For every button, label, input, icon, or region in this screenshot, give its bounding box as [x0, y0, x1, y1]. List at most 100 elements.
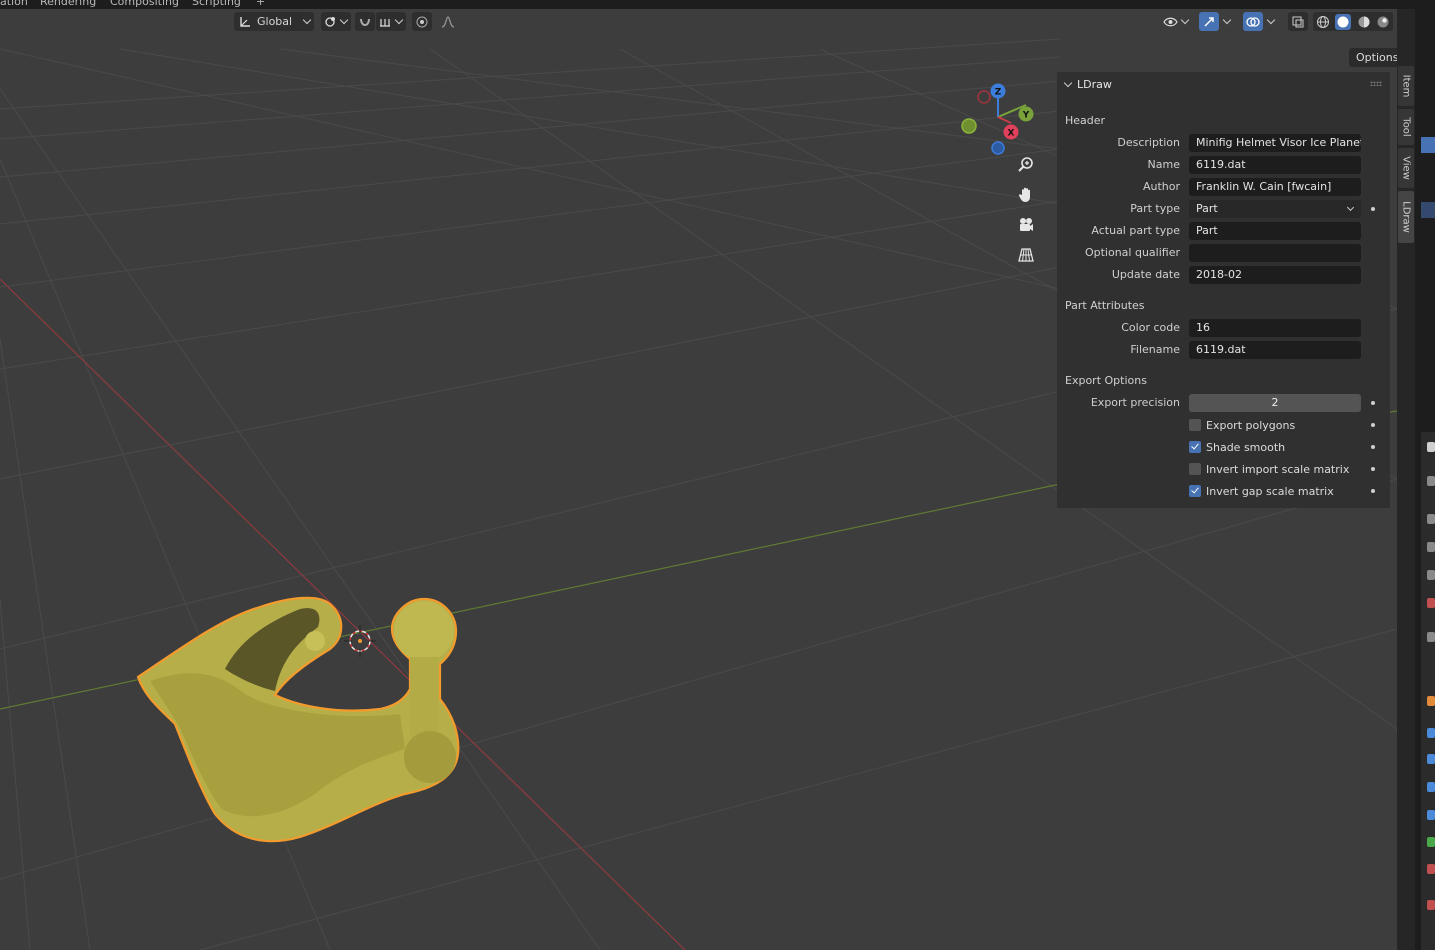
world-properties-icon[interactable]: [1427, 598, 1435, 608]
tab-view-label: View: [1400, 156, 1412, 180]
shade-smooth-checkbox[interactable]: Shade smooth: [1189, 439, 1285, 455]
eye-icon: [1162, 17, 1178, 26]
pivot-icon: [325, 16, 335, 27]
wireframe-shading-icon[interactable]: [1316, 15, 1330, 29]
panel-title[interactable]: LDraw: [1077, 78, 1112, 91]
workspace-tab-scripting[interactable]: Scripting: [192, 0, 241, 8]
invert-import-scale-matrix-checkbox-box[interactable]: [1189, 463, 1201, 475]
shade-smooth-keyframe-dot[interactable]: [1371, 445, 1375, 449]
add-workspace-button[interactable]: +: [256, 0, 265, 8]
tab-tool[interactable]: Tool: [1398, 109, 1414, 145]
object-visibility-dropdown[interactable]: [1160, 12, 1192, 31]
transform-orientation-label: Global: [257, 15, 293, 28]
shade-smooth-label: Shade smooth: [1206, 440, 1286, 454]
invert-gap-scale-matrix-checkbox-box[interactable]: [1189, 485, 1201, 497]
perspective-grid-icon: [1018, 248, 1034, 262]
invert-import-scale-matrix-keyframe-dot[interactable]: [1371, 467, 1375, 471]
rendered-shading-icon[interactable]: [1376, 15, 1390, 29]
material-preview-icon[interactable]: [1357, 15, 1371, 29]
invert-gap-scale-matrix-checkbox[interactable]: Invert gap scale matrix: [1189, 483, 1334, 499]
export-precision-label: Export precision: [1090, 396, 1180, 409]
collection-properties-icon[interactable]: [1427, 632, 1435, 642]
pan-button[interactable]: [1012, 181, 1040, 209]
tab-ldraw[interactable]: LDraw: [1398, 191, 1414, 243]
overlays-options-dropdown[interactable]: [1263, 12, 1279, 31]
scene-properties-icon[interactable]: [1427, 570, 1435, 580]
filename-field[interactable]: 6119.dat: [1189, 341, 1361, 359]
zoom-magnifier-icon: [1018, 157, 1033, 172]
falloff-curve-icon: [441, 15, 455, 28]
pivot-point-dropdown[interactable]: [321, 12, 351, 31]
filename-label: Filename: [1130, 343, 1180, 356]
workspace-tab-rendering[interactable]: Rendering: [40, 0, 96, 8]
description-field[interactable]: Minifig Helmet Visor Ice Planet: [1189, 134, 1361, 152]
toggle-perspective-button[interactable]: [1012, 241, 1040, 269]
options-label: Options: [1356, 51, 1397, 64]
hand-icon: [1018, 187, 1030, 202]
panel-collapse-chevron-icon[interactable]: [1063, 78, 1073, 88]
color-code-field[interactable]: 16: [1189, 319, 1361, 337]
outliner-highlight-row[interactable]: [1421, 202, 1435, 218]
modifier-properties-icon[interactable]: [1427, 728, 1435, 738]
xray-toggle[interactable]: [1288, 12, 1308, 31]
gizmo-y-label: Y: [1022, 111, 1030, 121]
shade-smooth-checkbox-box[interactable]: [1189, 441, 1201, 453]
workspace-tabs-bar: ation Rendering Compositing Scripting +: [0, 0, 1435, 9]
tab-item[interactable]: Item: [1398, 66, 1414, 106]
camera-view-button[interactable]: [1012, 211, 1040, 239]
gizmo-options-dropdown[interactable]: [1219, 12, 1235, 31]
render-properties-icon[interactable]: [1427, 476, 1435, 486]
part-type-value: Part: [1196, 202, 1218, 215]
update-date-field[interactable]: 2018-02: [1189, 266, 1361, 284]
name-label: Name: [1147, 158, 1180, 171]
author-field[interactable]: Franklin W. Cain [fwcain]: [1189, 178, 1361, 196]
gizmo-toggle[interactable]: [1199, 12, 1219, 31]
output-properties-icon[interactable]: [1427, 514, 1435, 524]
export-polygons-checkbox[interactable]: Export polygons: [1189, 417, 1295, 433]
physics-properties-icon[interactable]: [1427, 782, 1435, 792]
snap-toggle[interactable]: [355, 12, 375, 31]
solid-shading-icon[interactable]: [1335, 13, 1352, 30]
workspace-tab-animation[interactable]: ation: [0, 0, 28, 8]
snap-target-dropdown[interactable]: [376, 12, 406, 31]
proportional-editing-toggle[interactable]: [412, 12, 432, 31]
outliner-selected-row[interactable]: [1421, 137, 1435, 153]
color-code-label: Color code: [1121, 321, 1180, 334]
selected-object-helmet-visor[interactable]: [136, 596, 460, 843]
export-polygons-checkbox-box[interactable]: [1189, 419, 1201, 431]
constraint-properties-icon[interactable]: [1427, 810, 1435, 820]
workspace-tab-compositing[interactable]: Compositing: [110, 0, 179, 8]
3d-viewport[interactable]: Global Options Z Y X LDraw Header Descri…: [0, 9, 1397, 950]
invert-import-scale-matrix-label: Invert import scale matrix: [1206, 462, 1350, 476]
export-polygons-keyframe-dot[interactable]: [1371, 423, 1375, 427]
tab-ldraw-label: LDraw: [1400, 201, 1412, 233]
invert-gap-scale-matrix-keyframe-dot[interactable]: [1371, 489, 1375, 493]
material-properties-icon[interactable]: [1427, 864, 1435, 874]
part-type-keyframe-dot[interactable]: [1371, 207, 1375, 211]
export-precision-keyframe-dot[interactable]: [1371, 401, 1375, 405]
properties-editor-tabs: [1421, 432, 1435, 950]
transform-orientation-dropdown[interactable]: Global: [234, 12, 314, 31]
actual-part-type-field[interactable]: Part: [1189, 222, 1361, 240]
zoom-button[interactable]: [1012, 151, 1040, 179]
tab-view[interactable]: View: [1398, 148, 1414, 188]
object-properties-icon[interactable]: [1427, 696, 1435, 706]
invert-import-scale-matrix-checkbox[interactable]: Invert import scale matrix: [1189, 461, 1349, 477]
export-precision-slider[interactable]: 2: [1189, 394, 1361, 412]
options-dropdown[interactable]: Options: [1349, 48, 1397, 67]
view-layer-properties-icon[interactable]: [1427, 542, 1435, 552]
tool-properties-icon[interactable]: [1427, 442, 1435, 452]
overlays-toggle[interactable]: [1243, 12, 1263, 31]
name-field[interactable]: 6119.dat: [1189, 156, 1361, 174]
data-properties-icon[interactable]: [1427, 837, 1435, 847]
description-label: Description: [1117, 136, 1180, 149]
optional-qualifier-field[interactable]: [1189, 244, 1361, 262]
ldraw-panel: LDraw Header Description Minifig Helmet …: [1057, 72, 1390, 508]
proportional-falloff-dropdown[interactable]: [433, 12, 463, 31]
navigation-gizmo[interactable]: Z Y X: [955, 79, 1035, 159]
part-type-dropdown[interactable]: Part: [1189, 200, 1361, 218]
particle-properties-icon[interactable]: [1427, 754, 1435, 764]
texture-properties-icon[interactable]: [1427, 900, 1435, 910]
dropdown-chevron-icon: [1346, 203, 1355, 212]
panel-drag-grip-icon[interactable]: [1370, 81, 1382, 86]
